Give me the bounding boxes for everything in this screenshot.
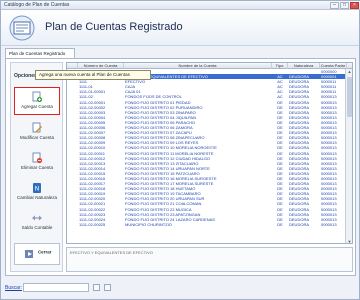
scroll-up-icon[interactable]: ▲ bbox=[346, 69, 352, 75]
close-button[interactable]: Cerrar bbox=[14, 243, 60, 265]
delete-document-icon bbox=[32, 152, 43, 164]
table-cell: DEUDORA bbox=[289, 221, 310, 227]
search-filter-icon[interactable] bbox=[104, 284, 111, 291]
accounting-balance-button[interactable]: Saldo Contable bbox=[14, 209, 60, 237]
search-bar: Buscar: bbox=[1, 277, 359, 299]
maximize-icon[interactable]: □ bbox=[340, 2, 349, 9]
tab-content: Opciones Agregar Cuenta Modificar Cuenta bbox=[5, 58, 356, 276]
add-account-button[interactable]: Agregar Cuenta bbox=[14, 87, 60, 115]
search-option-checkbox[interactable] bbox=[93, 284, 100, 291]
search-label[interactable]: Buscar: bbox=[5, 285, 22, 291]
change-nature-label: Cambiar Naturaleza bbox=[16, 195, 58, 200]
change-nature-button[interactable]: N Cambiar Naturaleza bbox=[14, 179, 60, 207]
modify-account-label: Modificar Cuenta bbox=[19, 135, 55, 140]
main-window: Catálogo de Plan de Cuentas – □ × Plan d… bbox=[0, 0, 360, 300]
svg-text:N: N bbox=[35, 186, 40, 193]
change-nature-icon: N bbox=[33, 183, 41, 193]
accounts-table[interactable]: Número de Cuenta Nombre de la Cuenta Tip… bbox=[66, 62, 353, 244]
edit-document-icon bbox=[32, 122, 42, 133]
accounting-balance-label: Saldo Contable bbox=[21, 225, 53, 230]
search-options bbox=[93, 284, 111, 291]
balance-arrows-icon bbox=[32, 215, 42, 221]
close-icon[interactable]: × bbox=[350, 2, 359, 9]
options-heading: Opciones bbox=[14, 73, 37, 79]
delete-account-button[interactable]: Eliminar Cuenta bbox=[14, 149, 60, 177]
title-bar: Catálogo de Plan de Cuentas – □ × bbox=[1, 1, 360, 10]
add-account-tooltip: Agrega una nueva cuenta al Plan de Cuent… bbox=[35, 70, 151, 80]
window-title: Catálogo de Plan de Cuentas bbox=[4, 2, 70, 8]
vertical-scrollbar[interactable]: ▲ ▼ bbox=[345, 69, 352, 243]
table-cell: 1111-02-00025 bbox=[79, 221, 106, 227]
search-input[interactable] bbox=[23, 283, 89, 292]
table-cell: MUNICIPIO CHURINTZIO bbox=[125, 221, 172, 227]
tab-strip: Plan de Cuentas Registrado bbox=[1, 46, 359, 58]
table-row[interactable]: 1111-02-00025 MUNICIPIO CHURINTZIO DE DEUDO… bbox=[67, 222, 347, 227]
page-header: Plan de Cuentas Registrado bbox=[1, 10, 359, 46]
options-sidebar: Opciones Agregar Cuenta Modificar Cuenta bbox=[10, 62, 63, 272]
close-door-icon bbox=[24, 250, 33, 258]
delete-account-label: Eliminar Cuenta bbox=[20, 165, 53, 170]
close-label: Cerrar bbox=[37, 249, 52, 255]
table-body: CIRCULANTE0000000EFECTIVO Y EQUIVALENTES… bbox=[67, 69, 347, 227]
add-document-icon bbox=[32, 91, 43, 103]
modify-account-button[interactable]: Modificar Cuenta bbox=[14, 119, 60, 147]
scroll-thumb[interactable] bbox=[347, 77, 352, 117]
accounts-logo-icon bbox=[9, 15, 35, 41]
page-title: Plan de Cuentas Registrado bbox=[45, 21, 183, 33]
minimize-icon[interactable]: – bbox=[330, 2, 339, 9]
table-cell: DE bbox=[277, 221, 283, 227]
table-cell: 0000013 bbox=[321, 221, 337, 227]
scroll-down-icon[interactable]: ▼ bbox=[346, 239, 352, 243]
add-account-label: Agregar Cuenta bbox=[21, 104, 53, 109]
window-controls: – □ × bbox=[330, 2, 359, 9]
tab-plan-de-cuentas[interactable]: Plan de Cuentas Registrado bbox=[5, 48, 75, 58]
account-description-box: EFECTIVO Y EQUIVALENTES DE EFECTIVO bbox=[66, 247, 353, 272]
account-description-text: EFECTIVO Y EQUIVALENTES DE EFECTIVO bbox=[70, 250, 153, 255]
